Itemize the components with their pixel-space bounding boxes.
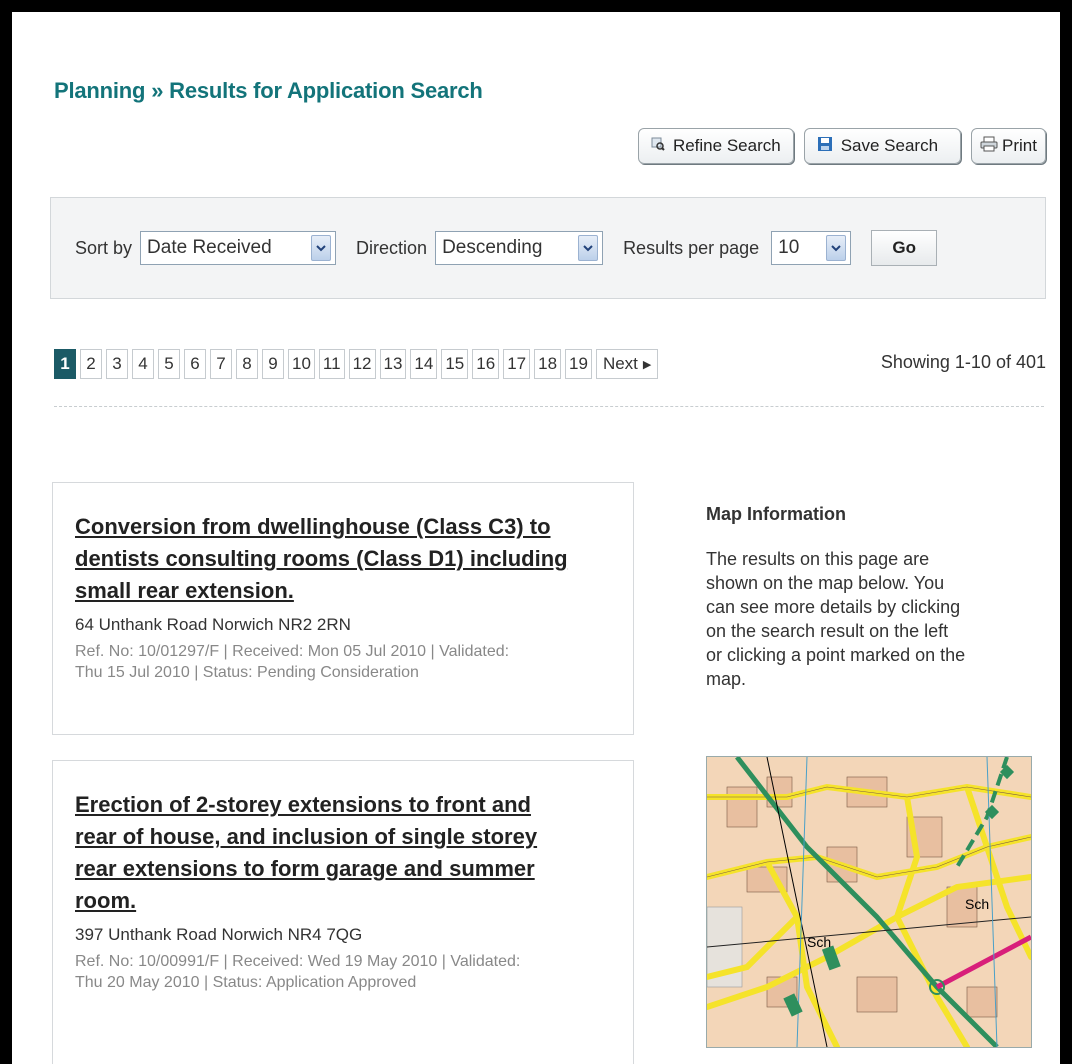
result-address: 64 Unthank Road Norwich NR2 2RN xyxy=(75,615,351,634)
refine-search-label: Refine Search xyxy=(672,136,781,155)
result-title-link[interactable]: Erection of 2-storey extensions to front… xyxy=(75,789,611,917)
toolbar: Refine Search Save Search Print xyxy=(637,128,1046,164)
sort-by-label: Sort by xyxy=(75,237,133,258)
save-search-button[interactable]: Save Search xyxy=(803,128,962,164)
print-label: Print xyxy=(1002,136,1037,155)
divider xyxy=(54,406,1044,407)
sort-by-value: Date Received xyxy=(147,237,272,258)
page-link-15[interactable]: 15 xyxy=(441,349,469,379)
result-title-link[interactable]: Conversion from dwellinghouse (Class C3)… xyxy=(75,511,611,607)
direction-label: Direction xyxy=(356,237,428,258)
go-button[interactable]: Go xyxy=(871,230,938,266)
page-link-9[interactable]: 9 xyxy=(262,349,284,379)
map-label: Sch xyxy=(807,934,831,950)
map-information: Map Information The results on this page… xyxy=(706,504,1036,691)
chevron-down-icon xyxy=(826,235,847,261)
page-link-17[interactable]: 17 xyxy=(503,349,531,379)
chevron-down-icon xyxy=(578,235,599,261)
page-link-7[interactable]: 7 xyxy=(210,349,232,379)
breadcrumb: Planning » Results for Application Searc… xyxy=(54,78,483,104)
direction-select[interactable]: Descending xyxy=(435,231,604,265)
sort-bar: Sort by Date Received Direction Descendi… xyxy=(50,197,1046,299)
result-meta: Ref. No: 10/00991/F | Received: Wed 19 M… xyxy=(75,953,521,991)
map-info-heading: Map Information xyxy=(706,504,846,524)
floppy-disk-icon xyxy=(817,136,833,157)
refine-search-button[interactable]: Refine Search xyxy=(637,128,794,164)
page-link-5[interactable]: 5 xyxy=(158,349,180,379)
page-link-3[interactable]: 3 xyxy=(106,349,128,379)
result-address: 397 Unthank Road Norwich NR4 7QG xyxy=(75,925,363,944)
results-per-page-value: 10 xyxy=(778,237,800,258)
result-card: Erection of 2-storey extensions to front… xyxy=(52,760,634,1064)
page-link-1[interactable]: 1 xyxy=(54,349,76,379)
results-per-page-select[interactable]: 10 xyxy=(771,231,852,265)
page-link-2[interactable]: 2 xyxy=(80,349,102,379)
page-frame: Planning » Results for Application Searc… xyxy=(12,12,1060,1064)
result-card: Conversion from dwellinghouse (Class C3)… xyxy=(52,482,634,735)
page-link-6[interactable]: 6 xyxy=(184,349,206,379)
results-per-page-label: Results per page xyxy=(623,237,760,258)
map-info-text: The results on this page are shown on th… xyxy=(706,549,966,689)
map-label: Sch xyxy=(965,896,989,912)
triangle-right-icon: ▶ xyxy=(642,358,652,371)
sort-by-select[interactable]: Date Received xyxy=(140,231,337,265)
page-title: Results for Application Search xyxy=(169,78,483,103)
chevron-down-icon xyxy=(311,235,332,261)
save-search-label: Save Search xyxy=(840,136,939,155)
result-meta: Ref. No: 10/01297/F | Received: Mon 05 J… xyxy=(75,643,510,681)
breadcrumb-planning-link[interactable]: Planning xyxy=(54,78,145,103)
page-link-16[interactable]: 16 xyxy=(472,349,500,379)
page-link-4[interactable]: 4 xyxy=(132,349,154,379)
page-link-8[interactable]: 8 xyxy=(236,349,258,379)
magnifier-icon xyxy=(651,136,665,156)
page-link-12[interactable]: 12 xyxy=(348,349,376,379)
next-label: Next xyxy=(602,354,638,373)
page-link-10[interactable]: 10 xyxy=(288,349,315,379)
pagination: 1 2 3 4 5 6 7 8 9 10 11 12 13 14 15 16 17 18 19 Next ▶ xyxy=(54,349,659,379)
breadcrumb-separator: » xyxy=(145,78,170,103)
print-button[interactable]: Print xyxy=(971,128,1046,164)
page-link-19[interactable]: 19 xyxy=(565,349,592,379)
page-link-13[interactable]: 13 xyxy=(379,349,407,379)
page-link-18[interactable]: 18 xyxy=(534,349,562,379)
page-link-14[interactable]: 14 xyxy=(410,349,438,379)
next-page-button[interactable]: Next ▶ xyxy=(595,349,659,379)
results-map[interactable]: Sch Sch xyxy=(706,756,1032,1048)
map-graphic: Sch Sch xyxy=(707,757,1031,1047)
printer-icon xyxy=(980,136,998,157)
results-count: Showing 1-10 of 401 xyxy=(880,352,1046,372)
page-link-11[interactable]: 11 xyxy=(318,349,345,379)
direction-value: Descending xyxy=(442,237,543,258)
